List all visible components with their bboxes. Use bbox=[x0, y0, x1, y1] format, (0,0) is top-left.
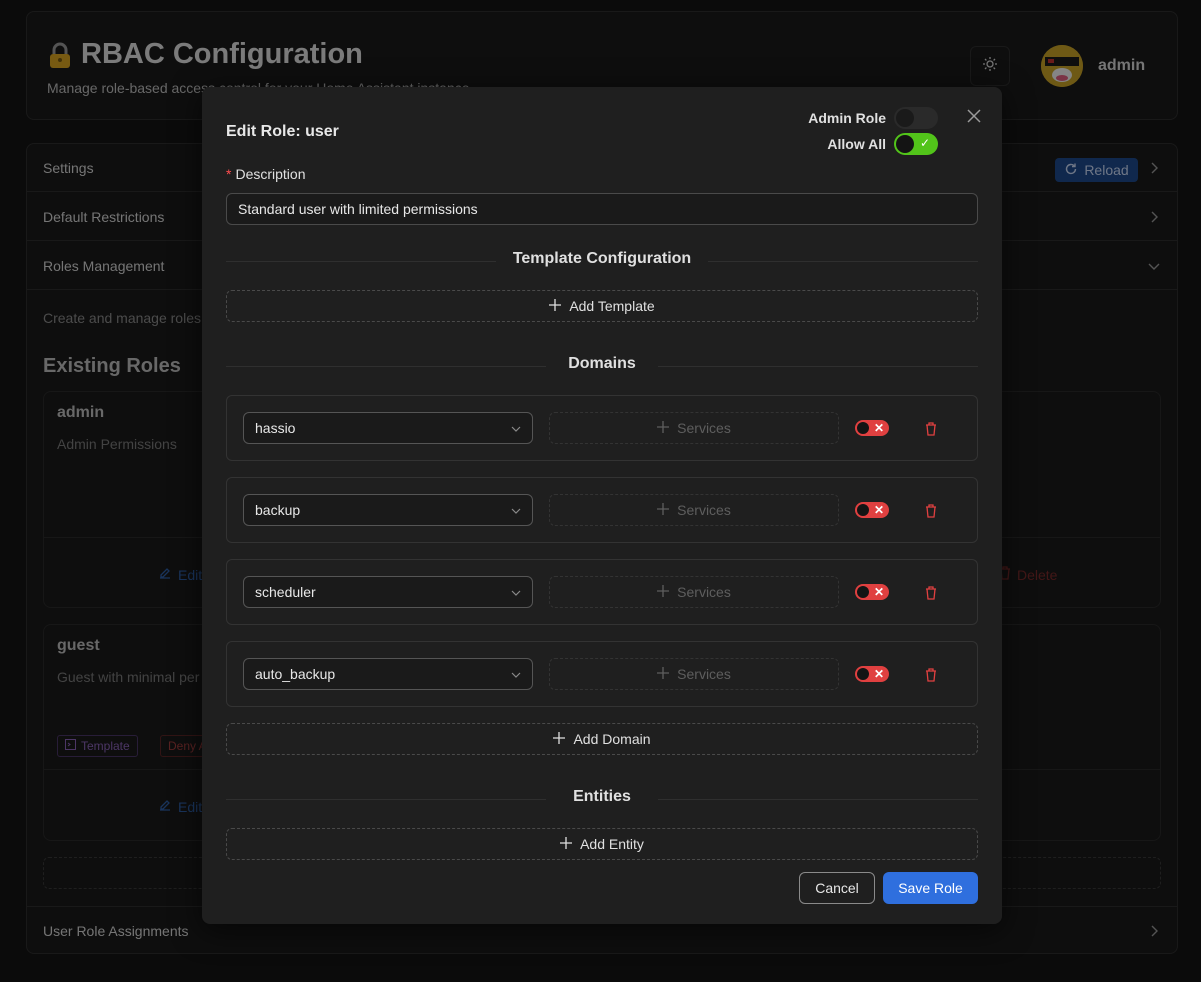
domain-allow-switch[interactable]: ✕ bbox=[855, 584, 889, 600]
services-label: Services bbox=[677, 666, 731, 682]
domain-allow-switch[interactable]: ✕ bbox=[855, 502, 889, 518]
trash-icon[interactable] bbox=[925, 586, 939, 600]
services-label: Services bbox=[677, 584, 731, 600]
x-icon: ✕ bbox=[873, 585, 884, 599]
allow-all-label: Allow All bbox=[827, 136, 886, 152]
trash-icon[interactable] bbox=[925, 422, 939, 436]
description-label-text: Description bbox=[235, 166, 306, 182]
add-template-label: Add Template bbox=[569, 298, 655, 314]
domain-row: backup Services ✕ bbox=[226, 477, 978, 543]
modal-title: Edit Role: user bbox=[226, 123, 339, 140]
switch-knob bbox=[896, 109, 914, 127]
section-title: Entities bbox=[573, 788, 631, 805]
plus-icon bbox=[657, 584, 670, 600]
admin-role-label: Admin Role bbox=[808, 110, 886, 126]
chevron-down-icon bbox=[510, 504, 522, 516]
domain-value: hassio bbox=[255, 420, 296, 436]
section-title: Domains bbox=[568, 355, 636, 372]
chevron-down-icon bbox=[510, 668, 522, 680]
domain-allow-switch[interactable]: ✕ bbox=[855, 666, 889, 682]
plus-icon bbox=[553, 731, 566, 747]
close-icon bbox=[965, 109, 983, 129]
plus-icon bbox=[657, 502, 670, 518]
domain-value: scheduler bbox=[255, 584, 316, 600]
services-button[interactable]: Services bbox=[549, 658, 839, 690]
required-marker: * bbox=[226, 166, 232, 182]
add-template-button[interactable]: Add Template bbox=[226, 290, 978, 322]
add-domain-label: Add Domain bbox=[573, 731, 651, 747]
x-icon: ✕ bbox=[873, 503, 884, 517]
domain-allow-switch[interactable]: ✕ bbox=[855, 420, 889, 436]
plus-icon bbox=[549, 298, 562, 314]
section-title: Template Configuration bbox=[512, 250, 692, 267]
close-button[interactable] bbox=[965, 107, 983, 125]
plus-icon bbox=[560, 836, 573, 852]
switch-knob bbox=[857, 586, 869, 598]
admin-role-switch[interactable] bbox=[894, 107, 938, 129]
template-configuration-divider: Template Configuration bbox=[226, 250, 978, 272]
trash-icon[interactable] bbox=[925, 668, 939, 682]
entities-divider: Entities bbox=[226, 788, 978, 810]
domain-select[interactable]: backup bbox=[243, 494, 533, 526]
add-domain-button[interactable]: Add Domain bbox=[226, 723, 978, 755]
domains-divider: Domains bbox=[226, 355, 978, 377]
services-label: Services bbox=[677, 502, 731, 518]
domain-row: auto_backup Services ✕ bbox=[226, 641, 978, 707]
switch-knob bbox=[857, 668, 869, 680]
domain-row: scheduler Services ✕ bbox=[226, 559, 978, 625]
add-entity-button[interactable]: Add Entity bbox=[226, 828, 978, 860]
add-entity-label: Add Entity bbox=[580, 836, 644, 852]
services-label: Services bbox=[677, 420, 731, 436]
switch-knob bbox=[857, 422, 869, 434]
description-input[interactable] bbox=[226, 193, 978, 225]
plus-icon bbox=[657, 666, 670, 682]
chevron-down-icon bbox=[510, 586, 522, 598]
check-icon: ✓ bbox=[919, 136, 930, 150]
switch-knob bbox=[857, 504, 869, 516]
domain-select[interactable]: auto_backup bbox=[243, 658, 533, 690]
edit-role-modal: Edit Role: user Admin Role Allow All ✓ *… bbox=[202, 87, 1002, 924]
x-icon: ✕ bbox=[873, 667, 884, 681]
domain-select[interactable]: scheduler bbox=[243, 576, 533, 608]
domain-value: backup bbox=[255, 502, 301, 518]
plus-icon bbox=[657, 420, 670, 436]
domain-row: hassio Services ✕ bbox=[226, 395, 978, 461]
services-button[interactable]: Services bbox=[549, 412, 839, 444]
domain-select[interactable]: hassio bbox=[243, 412, 533, 444]
save-role-button[interactable]: Save Role bbox=[883, 872, 978, 904]
switch-knob bbox=[896, 135, 914, 153]
allow-all-switch[interactable]: ✓ bbox=[894, 133, 938, 155]
trash-icon[interactable] bbox=[925, 504, 939, 518]
description-label: * Description bbox=[226, 166, 305, 182]
chevron-down-icon bbox=[510, 422, 522, 434]
services-button[interactable]: Services bbox=[549, 494, 839, 526]
x-icon: ✕ bbox=[873, 421, 884, 435]
services-button[interactable]: Services bbox=[549, 576, 839, 608]
domain-value: auto_backup bbox=[255, 666, 336, 682]
cancel-button[interactable]: Cancel bbox=[799, 872, 875, 904]
